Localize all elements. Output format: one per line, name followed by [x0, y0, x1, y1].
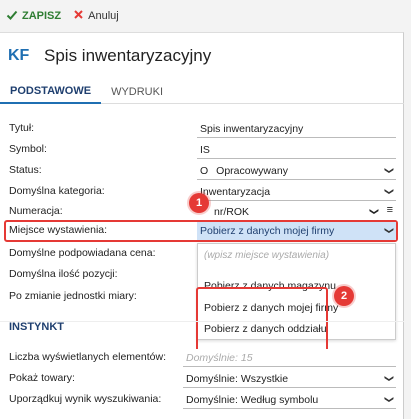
place-label: Miejsce wystawienia:: [9, 224, 108, 236]
save-button-label: ZAPISZ: [22, 10, 62, 22]
count-label: Liczba wyświetlanych elementów:: [9, 351, 166, 363]
save-button[interactable]: ZAPISZ: [6, 9, 61, 24]
document-type-icon: KF: [8, 46, 30, 64]
close-icon: [73, 9, 84, 23]
sort-label: Uporządkuj wynik wyszukiwania:: [9, 393, 162, 405]
title-input[interactable]: Spis inwentaryzacyjny: [197, 120, 396, 138]
status-label: Status:: [9, 164, 42, 176]
count-row: Liczba wyświetlanych elementów: Domyślni…: [0, 348, 404, 368]
instynkt-section-title: INSTYNKT: [9, 321, 64, 333]
page-header: KF Spis inwentaryzacyjny: [0, 33, 404, 78]
sort-select[interactable]: Domyślnie: Według symbolu ❯: [183, 391, 396, 409]
tab-wydruki[interactable]: WYDRUKI: [101, 80, 173, 104]
count-placeholder: Domyślnie: 15: [186, 351, 253, 364]
status-select[interactable]: O Opracowywany ❯: [197, 162, 396, 180]
show-label: Pokaż towary:: [9, 372, 75, 384]
category-value: Inwentaryzacja: [200, 185, 271, 198]
step-badge-1: 1: [189, 193, 209, 213]
numbering-select[interactable]: nr/ROK ❯ ≡: [197, 203, 396, 221]
category-label: Domyślna kategoria:: [9, 185, 105, 197]
menu-icon[interactable]: ≡: [387, 204, 393, 216]
place-row: Miejsce wystawienia: Pobierz z danych mo…: [0, 221, 404, 241]
step-badge-2: 2: [334, 286, 354, 306]
place-dropdown-placeholder: (wpisz miejsce wystawienia): [204, 250, 330, 261]
price-label: Domyślne podpowiadana cena:: [9, 247, 156, 259]
show-row: Pokaż towary: Domyślnie: Wszystkie ❯: [0, 369, 404, 389]
form-panel: KF Spis inwentaryzacyjny PODSTAWOWE WYDR…: [0, 32, 404, 419]
unit-label: Po zmianie jednostki miary:: [9, 290, 137, 302]
chevron-down-icon: ❯: [384, 226, 395, 235]
sort-row: Uporządkuj wynik wyszukiwania: Domyślnie…: [0, 390, 404, 410]
show-select[interactable]: Domyślnie: Wszystkie ❯: [183, 370, 396, 388]
title-label: Tytuł:: [9, 122, 35, 134]
category-select[interactable]: Inwentaryzacja ❯: [197, 183, 396, 201]
check-icon: [6, 9, 18, 24]
cancel-button-label: Anuluj: [88, 10, 119, 22]
chevron-down-icon: ❯: [384, 374, 395, 383]
symbol-row: Symbol: IS: [0, 140, 404, 160]
place-select[interactable]: Pobierz z danych mojej firmy ❯: [197, 222, 396, 240]
numbering-value: nr/ROK: [214, 205, 250, 218]
qty-label: Domyślna ilość pozycji:: [9, 268, 118, 280]
page-title: Spis inwentaryzacyjny: [44, 45, 212, 65]
toolbar: ZAPISZ Anuluj: [0, 0, 411, 32]
chevron-down-icon: ❯: [369, 207, 380, 216]
status-prefix: O: [200, 164, 209, 177]
place-value: Pobierz z danych mojej firmy: [200, 225, 335, 237]
symbol-input[interactable]: IS: [197, 141, 396, 159]
status-value: Opracowywany: [216, 164, 288, 177]
numbering-label: Numeracja:: [9, 205, 63, 217]
cancel-button[interactable]: Anuluj: [73, 9, 119, 23]
tab-bar: PODSTAWOWE WYDRUKI: [0, 80, 404, 104]
sort-value: Domyślnie: Według symbolu: [186, 393, 319, 406]
status-row: Status: O Opracowywany ❯: [0, 161, 404, 181]
tab-podstawowe[interactable]: PODSTAWOWE: [0, 80, 102, 104]
chevron-down-icon: ❯: [384, 395, 395, 404]
show-value: Domyślnie: Wszystkie: [186, 372, 289, 385]
count-input[interactable]: Domyślnie: 15: [183, 349, 396, 367]
chevron-down-icon: ❯: [384, 166, 395, 175]
title-row: Tytuł: Spis inwentaryzacyjny: [0, 119, 404, 139]
chevron-down-icon: ❯: [384, 187, 395, 196]
symbol-label: Symbol:: [9, 143, 47, 155]
